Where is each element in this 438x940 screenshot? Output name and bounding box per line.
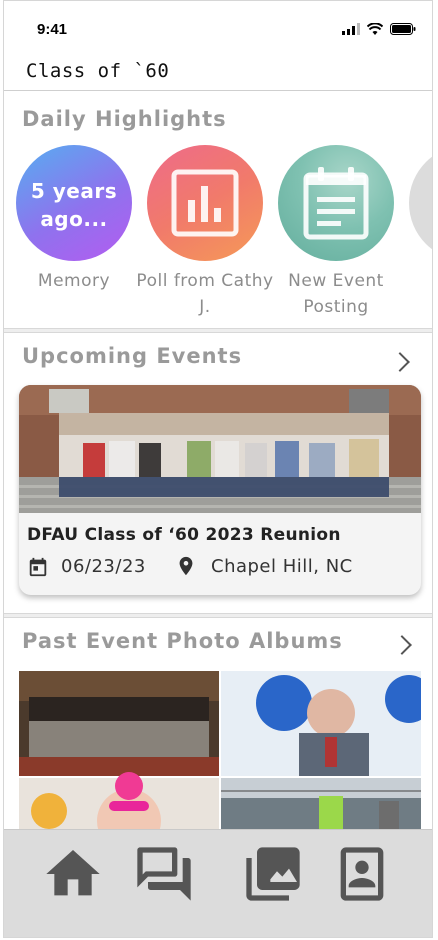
new-event-circle[interactable] (278, 145, 394, 261)
highlight-label-poll: Poll from Cathy J. (136, 271, 274, 317)
upcoming-events-chevron-icon[interactable] (390, 352, 410, 372)
signal-icon (342, 23, 360, 35)
calendar-icon (29, 557, 47, 577)
past-albums-chevron-icon[interactable] (392, 635, 412, 655)
album-thumb-1[interactable] (19, 671, 219, 776)
poll-circle[interactable] (147, 145, 263, 261)
poll-chart-icon (171, 169, 239, 237)
memory-circle-text: 5 years ago... (30, 179, 118, 231)
contacts-book-icon[interactable] (330, 842, 394, 906)
app-title: Class of `60 (26, 60, 170, 82)
status-time: 9:41 (37, 21, 68, 38)
event-location: Chapel Hill, NC (211, 556, 353, 577)
album-thumbnails (19, 671, 421, 831)
highlight-label-new-event: New Event Posting (288, 271, 384, 317)
event-card[interactable]: DFAU Class of ‘60 2023 Reunion 06/23/23 … (19, 385, 421, 595)
wifi-icon (367, 23, 383, 35)
app-screen: 9:41 Class of `60 Daily Highlights 5 yea… (3, 0, 433, 938)
bottom-nav (4, 829, 432, 937)
section-title-upcoming-events: Upcoming Events (22, 344, 243, 368)
battery-icon (390, 23, 416, 35)
status-icons (342, 23, 416, 35)
event-name: DFAU Class of ‘60 2023 Reunion (27, 525, 341, 545)
highlight-label-memory: Memory (37, 271, 111, 291)
reunion-group-photo (19, 385, 421, 513)
location-pin-icon (179, 556, 193, 576)
album-thumb-3[interactable] (19, 772, 219, 831)
section-title-daily-highlights: Daily Highlights (22, 107, 227, 131)
highlight-item-more[interactable] (409, 145, 432, 261)
chat-icon[interactable] (132, 842, 196, 906)
album-thumb-2[interactable] (221, 671, 421, 776)
event-posting-icon (303, 167, 369, 240)
event-photo[interactable] (19, 385, 421, 513)
app-header: Class of `60 (4, 53, 432, 91)
daily-highlights-section: Daily Highlights 5 years ago... Memory P… (4, 92, 432, 328)
memory-circle[interactable]: 5 years ago... (16, 145, 132, 261)
album-grid (19, 671, 421, 831)
album-thumb-4[interactable] (221, 778, 421, 831)
home-icon[interactable] (41, 842, 105, 906)
section-title-past-albums: Past Event Photo Albums (22, 629, 343, 653)
event-date: 06/23/23 (61, 556, 146, 577)
status-bar: 9:41 (4, 1, 432, 53)
photo-album-icon[interactable] (241, 842, 305, 906)
